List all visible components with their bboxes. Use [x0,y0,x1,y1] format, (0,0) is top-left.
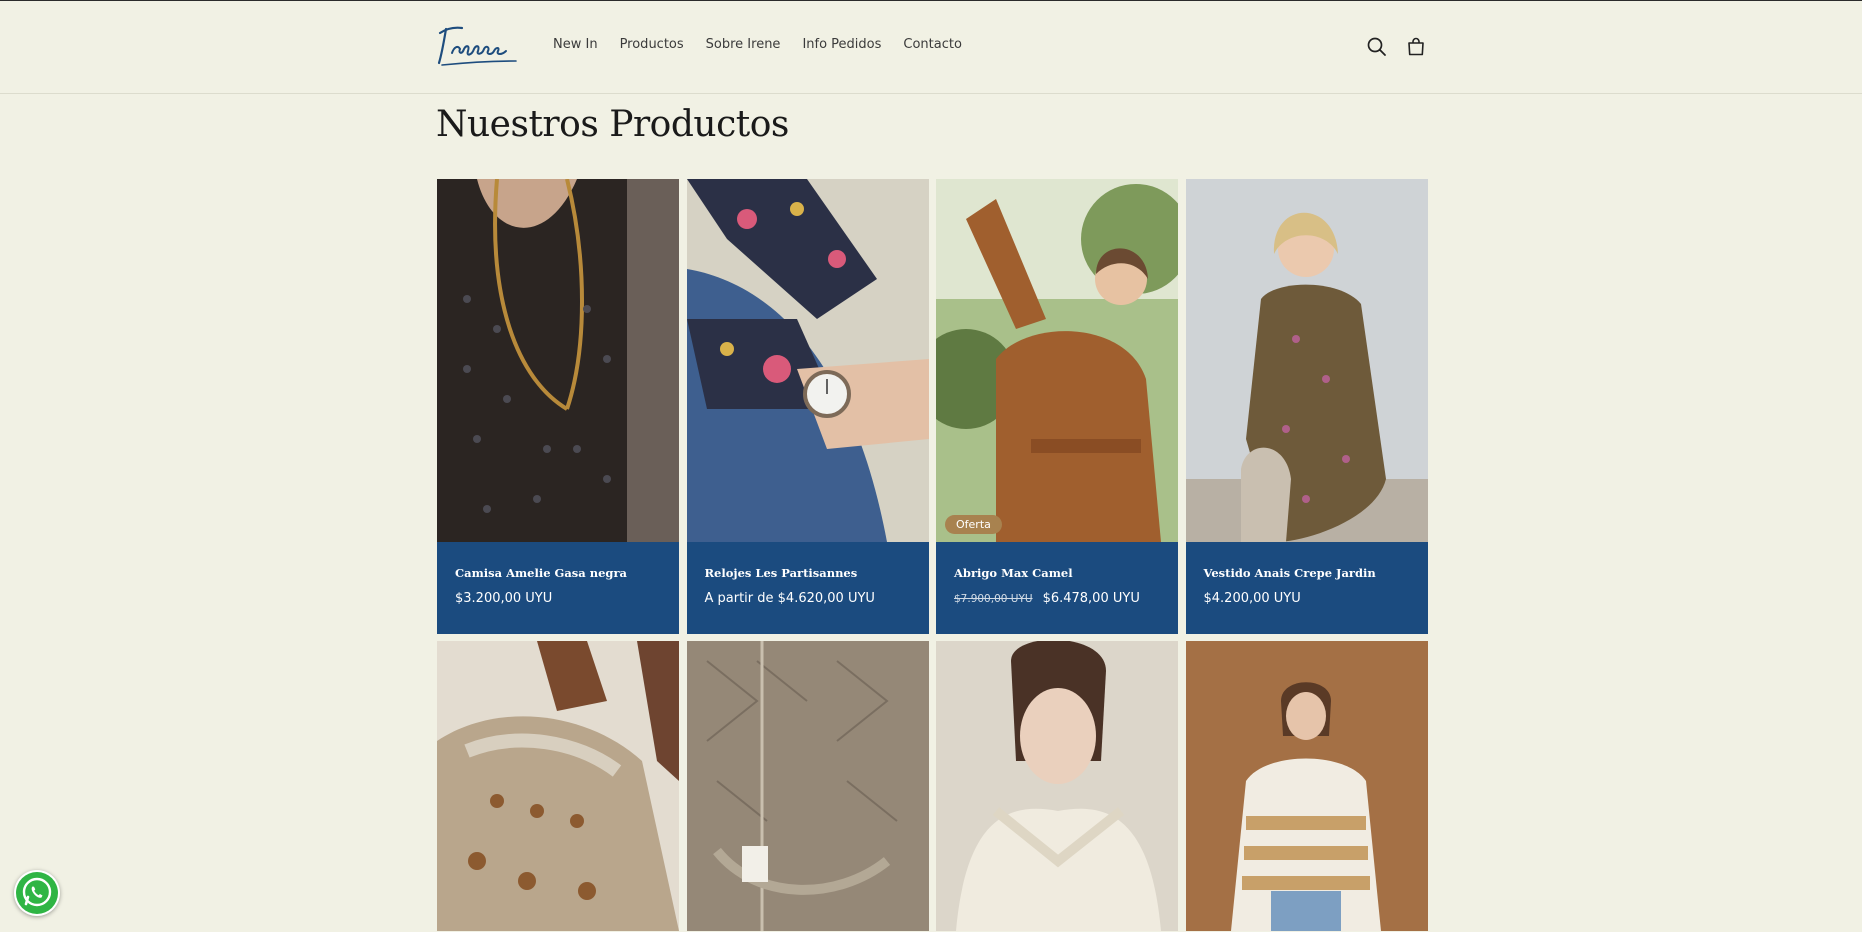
nav-contacto[interactable]: Contacto [903,37,962,52]
product-title[interactable]: Vestido Anais Crepe Jardin [1204,566,1376,580]
product-title[interactable]: Abrigo Max Camel [954,566,1073,580]
product-title[interactable]: Relojes Les Partisannes [705,566,858,580]
product-price: $3.200,00 UYU [455,591,553,606]
main-nav: New In Productos Sobre Irene Info Pedido… [553,37,984,52]
product-card[interactable]: Vestido Anais Crepe Jardin $4.200,00 UYU [1185,179,1428,634]
product-card[interactable] [1185,641,1428,931]
product-title[interactable]: Camisa Amelie Gasa negra [455,566,627,580]
product-image[interactable] [437,641,679,931]
product-info: Camisa Amelie Gasa negra $3.200,00 UYU [437,542,679,634]
product-card[interactable]: Relojes Les Partisannes A partir de $4.6… [686,179,929,634]
whatsapp-icon[interactable] [14,870,60,916]
sale-price: $6.478,00 UYU [1042,591,1140,606]
brand-logo[interactable] [436,19,520,71]
product-price: A partir de $4.620,00 UYU [704,591,875,606]
product-card[interactable] [686,641,929,931]
product-card[interactable] [936,641,1178,931]
search-icon[interactable] [1365,35,1389,59]
product-price: $7.900,00 UYU $6.478,00 UYU [954,591,1140,606]
sale-badge: Oferta [945,515,1002,534]
product-image[interactable] [686,641,929,931]
product-card[interactable]: Camisa Amelie Gasa negra $3.200,00 UYU [437,179,679,634]
nav-productos[interactable]: Productos [620,37,684,52]
product-info: Vestido Anais Crepe Jardin $4.200,00 UYU [1185,542,1428,634]
product-info: Relojes Les Partisannes A partir de $4.6… [686,542,929,634]
product-grid: Camisa Amelie Gasa negra $3.200,00 UYU R… [437,179,1428,931]
product-card[interactable] [437,641,679,931]
product-info: Abrigo Max Camel $7.900,00 UYU $6.478,00 … [936,542,1178,634]
product-image[interactable] [686,179,929,542]
old-price: $7.900,00 UYU [954,593,1033,605]
nav-info-pedidos[interactable]: Info Pedidos [802,37,881,52]
nav-sobre-irene[interactable]: Sobre Irene [706,37,781,52]
product-image[interactable] [936,641,1178,931]
product-image[interactable]: Oferta [936,179,1178,542]
product-card[interactable]: Oferta Abrigo Max Camel $7.900,00 UYU $6.… [936,179,1178,634]
product-image[interactable] [1185,179,1428,542]
page-title: Nuestros Productos [436,104,789,145]
cart-icon[interactable] [1404,35,1428,59]
product-image[interactable] [1185,641,1428,931]
product-price: $4.200,00 UYU [1203,591,1301,606]
site-header: New In Productos Sobre Irene Info Pedido… [0,1,1862,94]
product-image[interactable] [437,179,679,542]
nav-new-in[interactable]: New In [553,37,598,52]
